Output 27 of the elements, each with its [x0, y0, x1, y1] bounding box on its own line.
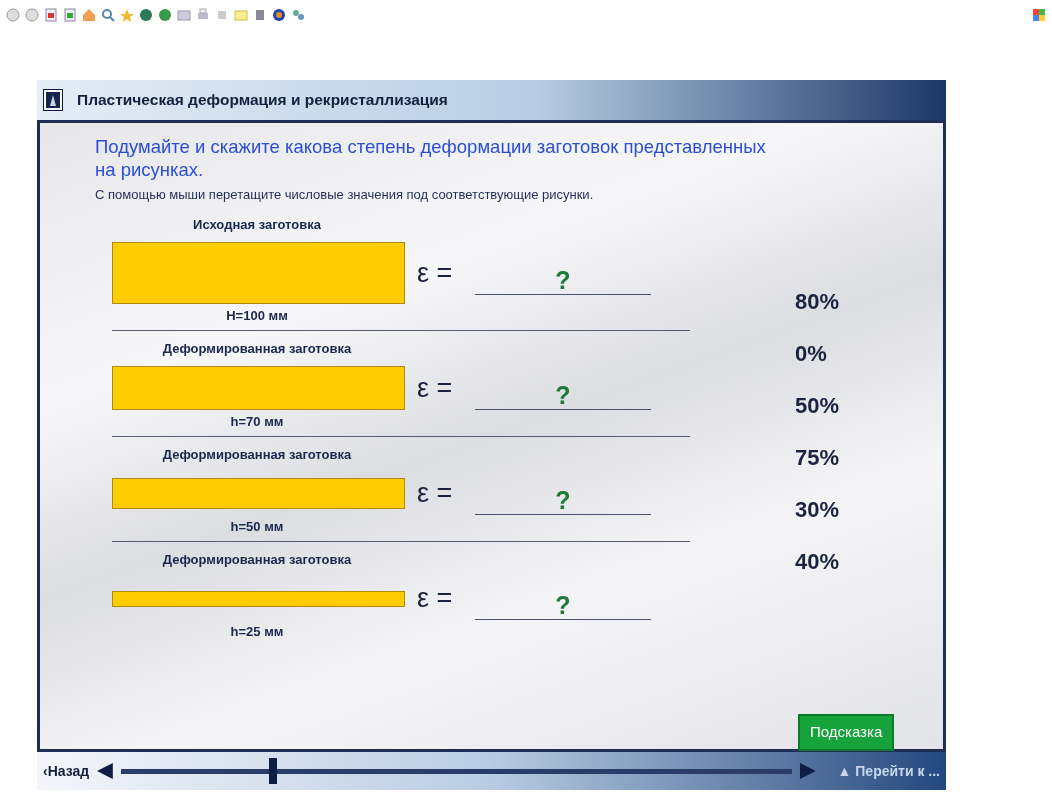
answer-slot[interactable]: ?: [475, 380, 651, 410]
draggable-value[interactable]: 80%: [795, 288, 840, 315]
draggable-value[interactable]: 30%: [795, 496, 840, 523]
strain-formula: ε =: [417, 582, 454, 616]
strain-formula: ε =: [417, 477, 454, 511]
draggable-value[interactable]: 75%: [795, 444, 840, 471]
height-label: h=25 мм: [229, 623, 285, 641]
instruction-text: С помощью мыши перетащите числовые значения под соответствующие рисунки.: [95, 186, 595, 204]
page-title: Пластическая деформация и рекристаллизация: [77, 90, 448, 111]
height-label: H=100 мм: [225, 307, 289, 325]
answer-slot[interactable]: ?: [475, 591, 651, 620]
strain-formula: ε =: [417, 371, 454, 405]
strain-formula: ε =: [417, 256, 454, 290]
draggable-value[interactable]: 50%: [795, 392, 840, 419]
workpiece-label: Деформированная заготовка: [161, 339, 353, 358]
back-link[interactable]: ‹Назад: [43, 760, 90, 782]
draggable-value[interactable]: 0%: [795, 340, 840, 367]
height-label: h=70 мм: [229, 413, 285, 431]
goto-link[interactable]: ▲ Перейти к ...: [837, 760, 940, 782]
draggable-value[interactable]: 40%: [795, 548, 840, 575]
question-text: Подумайте и скажите какова степень деформации заготовок представленных на рисунках.: [95, 135, 767, 181]
workpiece-label: Деформированная заготовка: [161, 550, 353, 569]
workpiece-label: Исходная заготовка: [192, 215, 322, 234]
height-label: h=50 мм: [229, 518, 285, 536]
answer-slot[interactable]: ?: [475, 486, 651, 515]
workpiece-label: Деформированная заготовка: [161, 445, 353, 464]
answer-slot[interactable]: ?: [475, 265, 651, 295]
